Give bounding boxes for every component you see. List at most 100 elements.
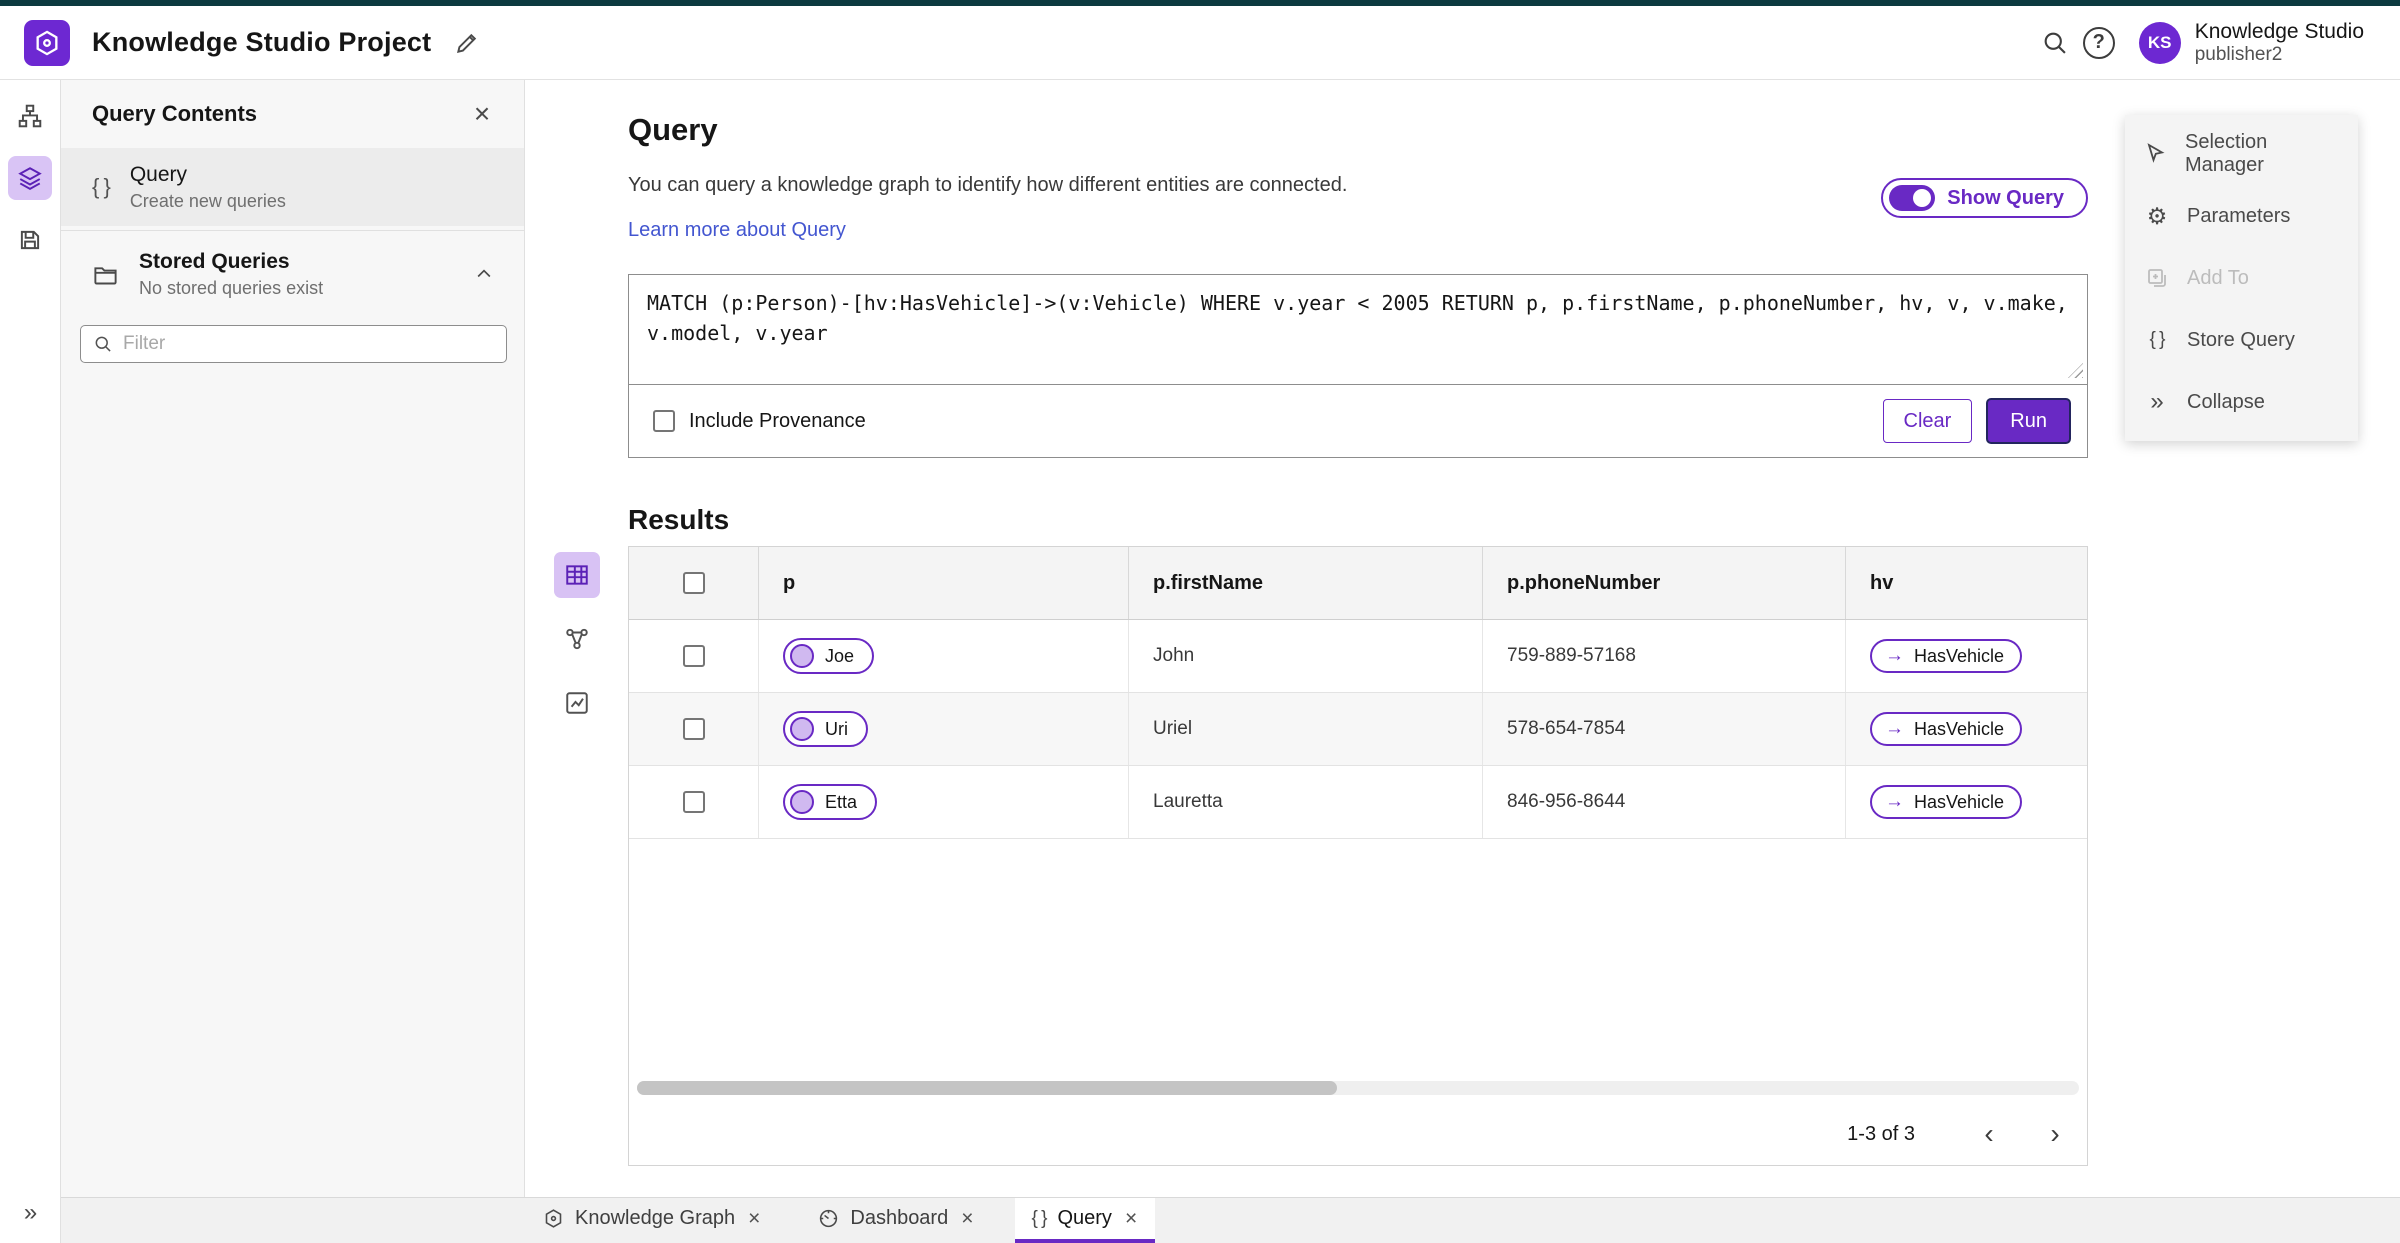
panel-item-query[interactable]: { } Query Create new queries [61, 148, 524, 226]
rail-save-button[interactable] [8, 218, 52, 262]
row-checkbox[interactable] [682, 791, 705, 813]
bottom-tab-bar: Knowledge Graph × Dashboard × { } Query … [61, 1197, 2400, 1243]
braces-icon: { } [92, 174, 111, 199]
search-icon [95, 336, 111, 352]
filter-box [80, 325, 507, 363]
rail-query-layers-button[interactable] [8, 156, 52, 200]
clear-button[interactable]: Clear [1882, 399, 1973, 443]
tab-dashboard[interactable]: Dashboard × [802, 1198, 991, 1243]
scrollbar-thumb[interactable] [637, 1081, 1337, 1095]
collapse-section-button[interactable] [464, 254, 504, 294]
query-contents-panel: Query Contents × { } Query Create new qu… [61, 80, 525, 1197]
graph-view-button[interactable] [554, 616, 600, 662]
graph-icon [566, 628, 588, 650]
rail-expand-button[interactable]: » [9, 1191, 53, 1235]
toggle-switch [1889, 185, 1936, 211]
folder-icon [94, 266, 117, 284]
cell-phone: 759-889-57168 [1507, 645, 1636, 666]
row-checkbox[interactable] [682, 645, 705, 667]
close-tab-button[interactable]: × [959, 1206, 975, 1231]
panel-close-button[interactable]: × [462, 94, 502, 134]
cell-firstname: John [1153, 645, 1195, 666]
stored-queries-sublabel: No stored queries exist [139, 277, 324, 298]
double-chevron-icon: » [2150, 388, 2164, 415]
page-title: Query [628, 112, 718, 147]
row-checkbox[interactable] [682, 718, 705, 740]
menu-item-parameters[interactable]: ⚙ Parameters [2125, 185, 2358, 247]
filter-input[interactable] [123, 333, 494, 355]
learn-more-link[interactable]: Learn more about Query [628, 219, 846, 242]
cell-firstname: Uriel [1153, 718, 1193, 739]
results-title: Results [628, 504, 730, 535]
menu-item-selection-manager[interactable]: Selection Manager [2125, 123, 2358, 185]
gear-icon: ⚙ [2146, 202, 2168, 229]
product-name: Knowledge Studio [2194, 19, 2364, 43]
chart-view-button[interactable] [554, 680, 600, 726]
edit-title-button[interactable] [445, 21, 489, 65]
node-pill[interactable]: Etta [783, 784, 878, 820]
edge-pill[interactable]: → HasVehicle [1870, 712, 2023, 746]
show-query-label: Show Query [1947, 186, 2064, 209]
result-view-toolbar [554, 552, 600, 726]
table-row: Joe John 759-889-57168 → HasVehicle [629, 620, 2087, 693]
logo-hexagon-icon [36, 30, 58, 55]
close-icon: × [748, 1207, 761, 1230]
show-query-toggle[interactable]: Show Query [1881, 178, 2088, 218]
rail-hierarchy-button[interactable] [8, 94, 52, 138]
node-icon [790, 717, 814, 741]
include-provenance-checkbox[interactable] [653, 410, 675, 432]
next-page-button[interactable]: › [2037, 1116, 2073, 1152]
query-item-sublabel: Create new queries [129, 190, 286, 211]
edge-pill[interactable]: → HasVehicle [1870, 639, 2023, 673]
pencil-icon [457, 33, 477, 53]
menu-item-store-query[interactable]: { } Store Query [2125, 309, 2358, 371]
braces-icon: { } [2149, 329, 2166, 350]
column-header-firstname: p.firstName [1129, 547, 1483, 619]
save-icon [20, 230, 40, 250]
user-name: publisher2 [2194, 43, 2283, 65]
menu-item-collapse[interactable]: » Collapse [2125, 371, 2358, 433]
query-editor-box: MATCH (p:Person)-[hv:HasVehicle]->(v:Veh… [628, 274, 2088, 458]
run-button[interactable]: Run [1986, 398, 2071, 444]
chevron-up-icon [477, 269, 491, 278]
select-all-checkbox[interactable] [682, 572, 705, 594]
panel-title: Query Contents [92, 101, 258, 126]
close-tab-button[interactable]: × [1123, 1206, 1139, 1231]
cursor-icon [2147, 143, 2165, 163]
node-pill[interactable]: Joe [783, 638, 875, 674]
braces-icon: { } [1031, 1207, 1047, 1229]
query-textarea[interactable]: MATCH (p:Person)-[hv:HasVehicle]->(v:Veh… [629, 275, 2087, 385]
project-title: Knowledge Studio Project [92, 27, 432, 57]
close-tab-button[interactable]: × [746, 1206, 762, 1231]
hierarchy-icon [18, 104, 42, 128]
search-button[interactable] [2033, 21, 2077, 65]
panel-divider [61, 230, 524, 231]
table-view-button[interactable] [554, 552, 600, 598]
avatar[interactable]: KS [2138, 21, 2181, 64]
node-pill[interactable]: Uri [783, 711, 868, 747]
stored-queries-header[interactable]: Stored Queries No stored queries exist [61, 235, 524, 313]
help-icon: ? [2082, 26, 2115, 59]
help-button[interactable]: ? [2077, 21, 2121, 65]
cell-phone: 846-956-8644 [1507, 791, 1626, 812]
query-item-label: Query [129, 162, 187, 186]
table-header-row: p p.firstName p.phoneNumber hv [629, 547, 2087, 620]
arrow-right-icon: → [1885, 718, 1904, 739]
close-icon: × [1124, 1207, 1138, 1230]
tab-query[interactable]: { } Query × [1015, 1198, 1156, 1243]
chart-icon [566, 692, 588, 714]
user-menu[interactable]: Knowledge Studio publisher2 [2195, 19, 2364, 67]
edge-pill[interactable]: → HasVehicle [1870, 785, 2023, 819]
chevron-right-icon: › [2050, 1118, 2060, 1149]
table-row: Etta Lauretta 846-956-8644 → HasVehicle [629, 766, 2087, 839]
menu-item-add-to: Add To [2125, 247, 2358, 309]
previous-page-button[interactable]: ‹ [1971, 1116, 2007, 1152]
results-table: p p.firstName p.phoneNumber hv Joe John … [628, 546, 2088, 1166]
close-icon: × [961, 1207, 974, 1230]
search-icon [2044, 32, 2066, 54]
stored-queries-label: Stored Queries [139, 249, 290, 273]
tab-knowledge-graph[interactable]: Knowledge Graph × [527, 1198, 778, 1243]
column-header-hv: hv [1870, 571, 1894, 594]
app-header: Knowledge Studio Project ? KS Knowledge … [0, 6, 2400, 80]
node-icon [790, 790, 814, 814]
